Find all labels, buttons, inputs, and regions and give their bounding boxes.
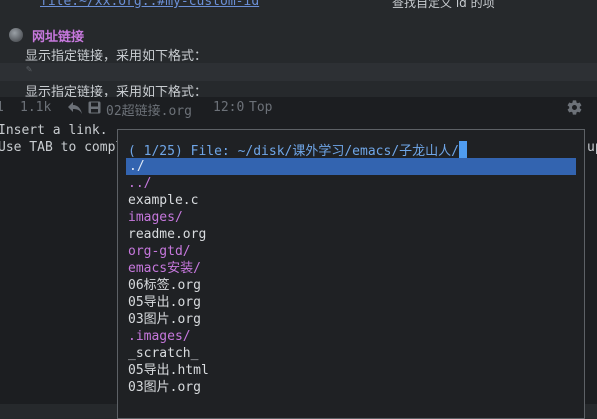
completion-candidate[interactable]: 03图片.org [128, 311, 201, 328]
current-line-highlight [0, 63, 597, 81]
mode-line: 1 1.1k 02超链接.org 12:0 Top [0, 97, 597, 120]
pencil-icon: ✎ [26, 64, 33, 75]
minibuffer-message: Insert a link. [0, 123, 108, 138]
completion-candidate[interactable]: example.c [128, 192, 198, 209]
minibuffer-hint: Use TAB to compl [0, 140, 124, 155]
cursor-position: 12:0 [213, 100, 245, 115]
window-number: 1 [0, 100, 4, 115]
completion-candidate[interactable]: images/ [128, 209, 183, 226]
completion-candidate[interactable]: _scratch_ [128, 345, 198, 362]
minibuffer-hint-tail: up [587, 140, 597, 155]
save-icon[interactable] [88, 101, 101, 114]
org-link[interactable]: file:~/xx.org::#my-custom-id [40, 0, 259, 9]
buffer-filename[interactable]: 02超链接.org [106, 100, 192, 119]
completion-candidate[interactable]: ./ [126, 158, 576, 175]
buffer-size: 1.1k [20, 100, 52, 115]
completion-candidate[interactable]: org-gtd/ [128, 243, 191, 260]
link-description: 查找自定义 id 的项 [392, 0, 495, 10]
completion-candidate[interactable]: 03图片.org [128, 379, 201, 396]
bullet-icon [9, 28, 23, 42]
body-text-line: 显示指定链接，采用如下格式： [25, 49, 208, 64]
completion-candidate[interactable]: emacs安装/ [128, 260, 201, 277]
completion-candidate[interactable]: 06标签.org [128, 277, 201, 294]
completion-candidate[interactable]: readme.org [128, 226, 206, 243]
share-arrow-icon [68, 102, 82, 114]
body-text-line-2: 显示指定链接，采用如下格式： [25, 85, 208, 97]
completion-prompt[interactable]: ( 1/25) File: ~/disk/课外学习/emacs/子龙山人/ [128, 140, 467, 159]
completion-candidate[interactable]: .images/ [128, 328, 191, 345]
prompt-text: ( 1/25) File: ~/disk/课外学习/emacs/子龙山人/ [128, 144, 459, 159]
completion-candidate[interactable]: 05导出.org [128, 294, 201, 311]
gear-icon[interactable] [566, 99, 583, 116]
file-completion-popup[interactable]: ( 1/25) File: ~/disk/课外学习/emacs/子龙山人/ ./… [117, 129, 585, 419]
scroll-position: Top [249, 100, 273, 115]
org-heading[interactable]: 网址链接 [32, 26, 84, 45]
text-cursor [458, 141, 467, 158]
completion-candidate[interactable]: 05导出.html [128, 362, 209, 379]
completion-candidate[interactable]: ../ [128, 175, 151, 192]
org-buffer[interactable]: file:~/xx.org::#my-custom-id 查找自定义 id 的项… [0, 0, 597, 97]
